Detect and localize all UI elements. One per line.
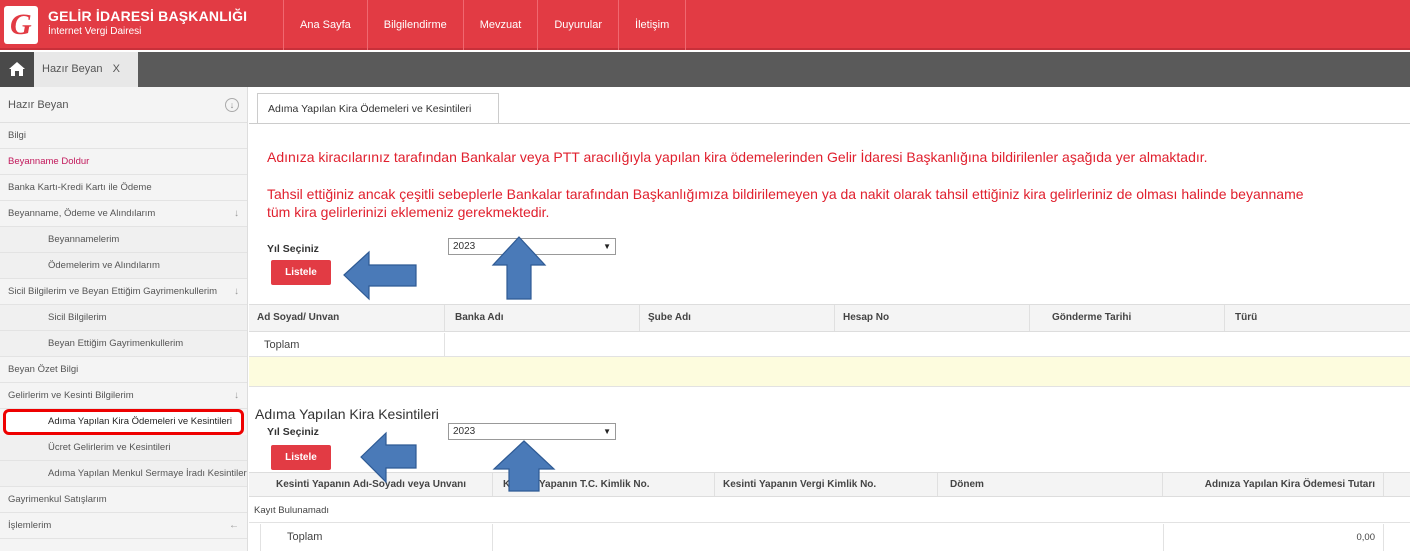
sidebar-item-label: Beyanname, Ödeme ve Alındılarım: [8, 208, 156, 219]
sidebar-item-3[interactable]: Beyanname, Ödeme ve Alındılarım ↓: [0, 201, 247, 227]
sidebar: Hazır Beyan ↓ Bilgi Beyanname Doldur Banka…: [0, 87, 248, 551]
gib-logo[interactable]: G: [4, 6, 38, 44]
sidebar-item-label: Beyannamelerim: [48, 234, 120, 245]
home-icon[interactable]: [0, 52, 34, 87]
sidebar-item-label: Gayrimenkul Satışlarım: [8, 494, 107, 505]
sidebar-list: Bilgi Beyanname Doldur Banka Kartı-Kredi K…: [0, 123, 247, 539]
open-tab-hazir-beyan[interactable]: Hazır Beyan X: [34, 52, 138, 87]
main-content: Adıma Yapılan Kira Ödemeleri ve Kesintil…: [249, 87, 1410, 551]
sidebar-header-label: Hazır Beyan: [8, 99, 69, 111]
sidebar-item-label: Ödemelerim ve Alındılarım: [48, 260, 160, 271]
sidebar-item-label: İşlemlerim: [8, 520, 52, 531]
sidebar-item-0[interactable]: Bilgi: [0, 123, 247, 149]
sidebar-item-11[interactable]: Adıma Yapılan Kira Ödemeleri ve Kesintil…: [3, 409, 244, 435]
brand-title: GELİR İDARESİ BAŞKANLIĞI: [48, 8, 248, 24]
sidebar-item-8[interactable]: Beyan Ettiğim Gayrimenkullerim: [0, 331, 247, 357]
sidebar-item-13[interactable]: Adıma Yapılan Menkul Sermaye İradı Kesin…: [0, 461, 247, 487]
nav-iletisim[interactable]: İletişim: [618, 0, 687, 50]
sidebar-header[interactable]: Hazır Beyan ↓: [0, 87, 247, 123]
sidebar-item-label: Bilgi: [8, 130, 26, 141]
sidebar-item-label: Sicil Bilgilerim: [48, 312, 107, 323]
sidebar-item-label: Gelirlerim ve Kesinti Bilgilerim: [8, 390, 134, 401]
open-tab-label: Hazır Beyan: [42, 63, 103, 75]
nav-ana-sayfa[interactable]: Ana Sayfa: [283, 0, 367, 50]
sidebar-item-label: Beyan Özet Bilgi: [8, 364, 79, 375]
left-arrow-icon: [360, 431, 417, 484]
sidebar-item-2[interactable]: Banka Kartı-Kredi Kartı ile Ödeme: [0, 175, 247, 201]
sidebar-item-14[interactable]: Gayrimenkul Satışlarım: [0, 487, 247, 513]
annotation-arrows: [343, 236, 556, 492]
nav-duyurular[interactable]: Duyurular: [537, 0, 618, 50]
sidebar-item-label: Adıma Yapılan Kira Ödemeleri ve Kesintil…: [48, 416, 232, 427]
sidebar-item-label: Sicil Bilgilerim ve Beyan Ettiğim Gayrim…: [8, 286, 218, 297]
sidebar-item-15[interactable]: İşlemlerim ←: [0, 513, 247, 539]
sidebar-item-9[interactable]: Beyan Özet Bilgi: [0, 357, 247, 383]
sidebar-item-label: Ücret Gelirlerim ve Kesintileri: [48, 442, 171, 453]
sidebar-item-label: Beyan Ettiğim Gayrimenkullerim: [48, 338, 184, 349]
logo-letter: G: [10, 8, 32, 41]
sidebar-item-7[interactable]: Sicil Bilgilerim: [0, 305, 247, 331]
sidebar-item-6[interactable]: Sicil Bilgilerim ve Beyan Ettiğim Gayrim…: [0, 279, 247, 305]
top-bar: G GELİR İDARESİ BAŞKANLIĞI İnternet Verg…: [0, 0, 1410, 50]
brand-subtitle: İnternet Vergi Dairesi: [48, 26, 142, 37]
sidebar-item-label: Beyanname Doldur: [8, 156, 90, 167]
nav-bilgilendirme[interactable]: Bilgilendirme: [366, 0, 463, 50]
arrow-down-icon: ↓: [234, 208, 239, 219]
main-nav: Ana Sayfa Bilgilendirme Mevzuat Duyurula…: [283, 0, 687, 50]
arrow-down-icon: ↓: [234, 286, 239, 297]
tab-bar: Hazır Beyan X: [0, 52, 1410, 87]
sidebar-item-12[interactable]: Ücret Gelirlerim ve Kesintileri: [0, 435, 247, 461]
sidebar-item-label: Banka Kartı-Kredi Kartı ile Ödeme: [8, 182, 152, 193]
up-arrow-icon: [492, 440, 556, 492]
up-arrow-icon: [491, 236, 547, 300]
close-tab-button[interactable]: X: [113, 52, 120, 87]
arrow-down-icon: ↓: [234, 390, 239, 401]
sidebar-item-1[interactable]: Beyanname Doldur: [0, 149, 247, 175]
collapse-icon[interactable]: ↓: [225, 98, 239, 112]
sidebar-item-4[interactable]: Beyannamelerim: [0, 227, 247, 253]
nav-mevzuat[interactable]: Mevzuat: [462, 0, 538, 50]
arrow-left-icon: ←: [229, 520, 239, 531]
sidebar-item-label: Adıma Yapılan Menkul Sermaye İradı Kesin…: [48, 468, 247, 479]
left-arrow-icon: [343, 250, 417, 301]
sidebar-item-10[interactable]: Gelirlerim ve Kesinti Bilgilerim ↓: [0, 383, 247, 409]
sidebar-item-5[interactable]: Ödemelerim ve Alındılarım: [0, 253, 247, 279]
